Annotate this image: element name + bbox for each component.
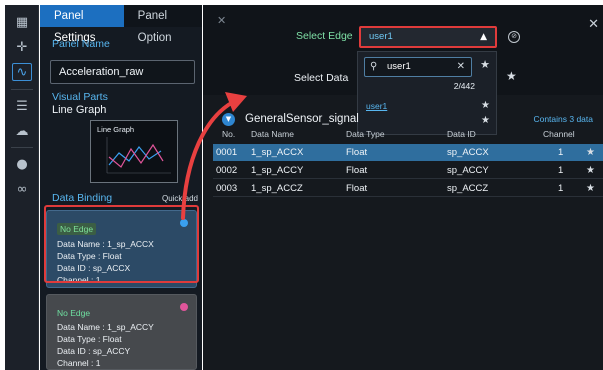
- select-data-label: Select Data: [294, 72, 349, 84]
- select-edge-value: user1: [369, 31, 393, 42]
- series-color-dot: [180, 303, 188, 311]
- row-channel: 1: [558, 183, 564, 194]
- card-data-id: Data ID : sp_ACCY: [57, 346, 131, 356]
- dashboard-icon[interactable]: ▦: [12, 13, 32, 31]
- icon-rail: ▦ ✛ ∿ ☰ ☁ ● ∞: [5, 5, 39, 370]
- row-data-name: 1_sp_ACCY: [251, 165, 304, 176]
- line-graph-thumbnail: [106, 137, 171, 174]
- table-row[interactable]: 0003 1_sp_ACCZ Float sp_ACCZ 1 ★: [213, 180, 603, 197]
- row-data-type: Float: [346, 147, 368, 158]
- data-group-header[interactable]: ▼ GeneralSensor_signal Contains 3 data: [203, 110, 603, 130]
- annotation-arrow: [181, 92, 247, 220]
- table-row[interactable]: 0002 1_sp_ACCY Float sp_ACCY 1 ★: [213, 162, 603, 179]
- column-data-type: Data Type: [346, 129, 385, 139]
- caret-up-icon: ▲: [480, 32, 487, 42]
- edge-badge: No Edge: [57, 308, 91, 318]
- tab-panel-settings[interactable]: Panel Settings: [40, 5, 124, 44]
- select-data-dialog: ✕ ✕ Select Edge user1 ▲ ⊘ Select Data ★ …: [203, 5, 603, 370]
- line-graph-preview[interactable]: Line Graph: [90, 120, 178, 183]
- search-value: user1: [387, 61, 411, 72]
- row-channel: 1: [558, 147, 564, 158]
- binding-card[interactable]: No Edge Data Name : 1_sp_ACCY Data Type …: [46, 294, 197, 370]
- row-data-id: sp_ACCY: [447, 165, 489, 176]
- table-row[interactable]: 0001 1_sp_ACCX Float sp_ACCX 1 ★: [213, 144, 603, 161]
- list-icon[interactable]: ☰: [12, 97, 32, 115]
- row-channel: 1: [558, 165, 564, 176]
- column-data-id: Data ID: [447, 129, 476, 139]
- select-edge-label: Select Edge: [296, 30, 353, 42]
- rail-divider: [11, 89, 33, 90]
- row-data-id: sp_ACCZ: [447, 183, 489, 194]
- row-data-name: 1_sp_ACCZ: [251, 183, 303, 194]
- contains-count: Contains 3 data: [533, 114, 593, 124]
- close-icon[interactable]: ✕: [217, 14, 226, 27]
- align-icon[interactable]: ✛: [12, 38, 32, 56]
- row-data-type: Float: [346, 183, 368, 194]
- column-data-name: Data Name: [251, 129, 294, 139]
- visual-parts-value: Line Graph: [52, 104, 107, 116]
- cloud-icon[interactable]: ☁: [12, 122, 32, 140]
- favorite-star-icon[interactable]: ★: [586, 180, 595, 197]
- data-binding-label: Data Binding: [52, 192, 113, 204]
- panel-tabs: Panel Settings Panel Option: [40, 5, 202, 44]
- user-icon[interactable]: ●: [12, 155, 32, 173]
- edge-search-input[interactable]: ⚲ user1 ✕: [364, 57, 472, 77]
- favorite-star-icon[interactable]: ★: [506, 69, 517, 83]
- visual-parts-label: Visual Parts: [52, 91, 108, 103]
- card-data-type: Data Type : Float: [57, 334, 122, 344]
- search-icon: ⚲: [370, 61, 378, 72]
- chart-icon[interactable]: ∿: [12, 63, 32, 81]
- favorite-star-icon[interactable]: ★: [480, 58, 490, 71]
- panel-name-input[interactable]: Acceleration_raw: [50, 60, 195, 84]
- column-channel: Channel: [543, 129, 575, 139]
- rail-divider: [11, 147, 33, 148]
- row-data-type: Float: [346, 165, 368, 176]
- link-icon[interactable]: ∞: [12, 180, 32, 198]
- table-header: No. Data Name Data Type Data ID Channel: [203, 129, 603, 142]
- row-data-id: sp_ACCX: [447, 147, 489, 158]
- select-edge-dropdown[interactable]: user1 ▲: [359, 26, 497, 48]
- group-name: GeneralSensor_signal: [245, 113, 359, 125]
- card-data-name: Data Name : 1_sp_ACCY: [57, 322, 154, 332]
- tab-panel-option[interactable]: Panel Option: [124, 5, 202, 44]
- unlink-icon[interactable]: ⊘: [508, 31, 520, 43]
- row-data-name: 1_sp_ACCX: [251, 147, 304, 158]
- panel-name-label: Panel Name: [52, 38, 110, 50]
- close-dialog-icon[interactable]: ✕: [588, 17, 599, 32]
- favorite-star-icon[interactable]: ★: [586, 162, 595, 179]
- result-count: 2/442: [453, 81, 475, 91]
- card-channel: Channel : 1: [57, 358, 101, 368]
- favorite-star-icon[interactable]: ★: [586, 144, 595, 161]
- clear-icon[interactable]: ✕: [457, 58, 465, 76]
